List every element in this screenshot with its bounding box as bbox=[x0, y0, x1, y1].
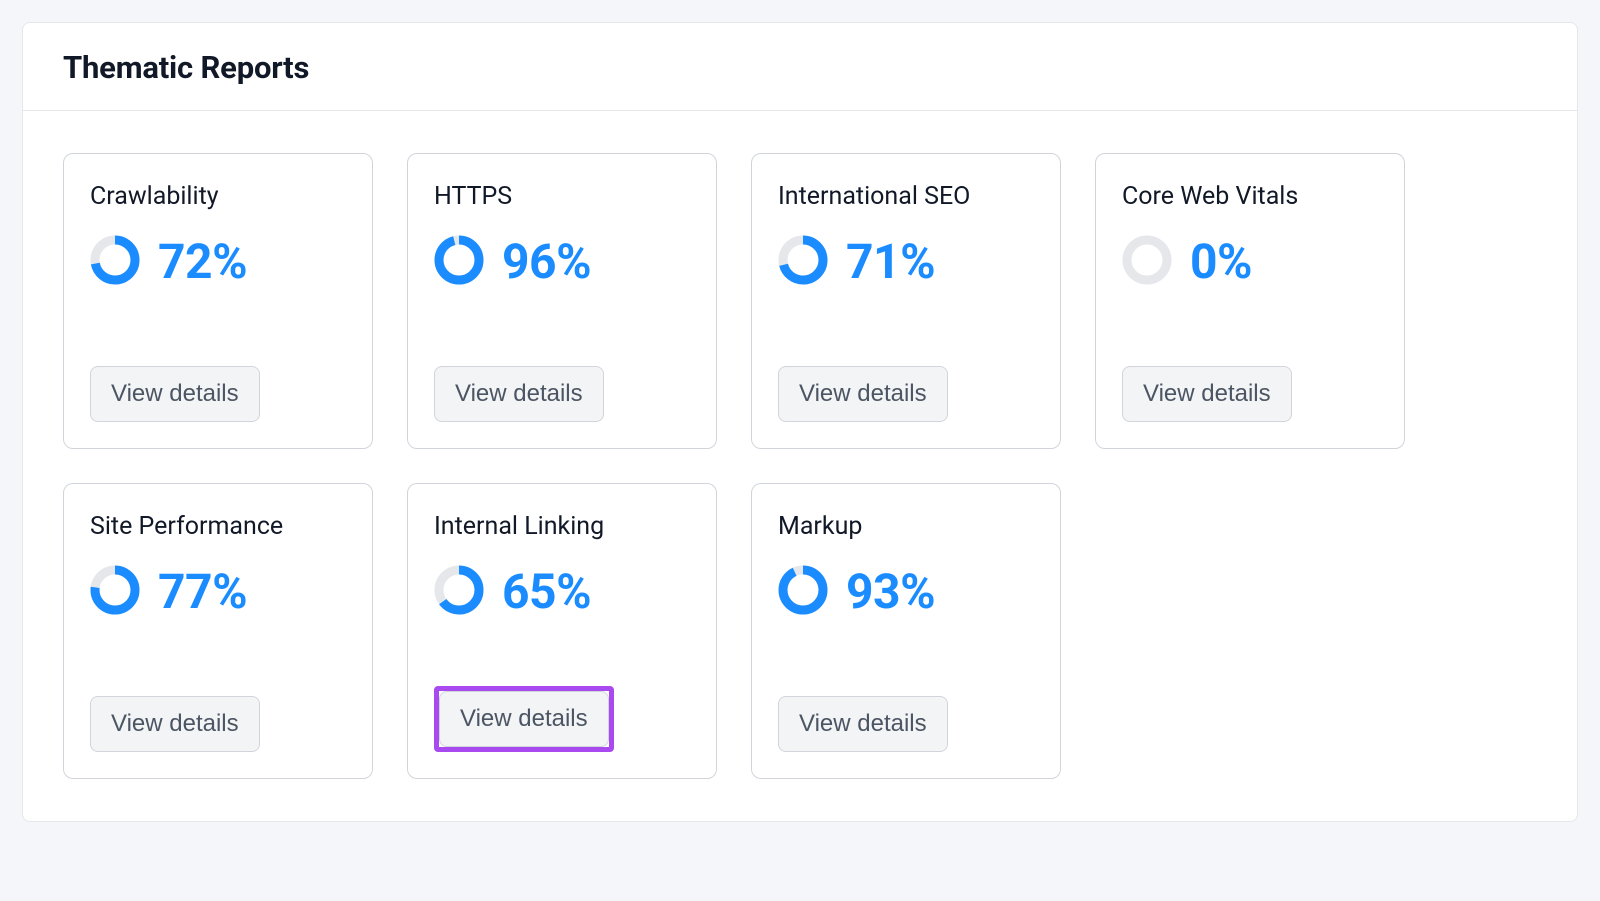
progress-ring-icon bbox=[778, 235, 828, 289]
report-title: Core Web Vitals bbox=[1122, 182, 1378, 211]
metric-value: 65% bbox=[502, 563, 591, 620]
report-card-site-performance: Site Performance 77% View details bbox=[63, 483, 373, 779]
reports-grid: Crawlability 72% View details HTTPS 96% Vie… bbox=[23, 111, 1577, 821]
metric-value: 93% bbox=[846, 563, 935, 620]
report-title: Crawlability bbox=[90, 182, 346, 211]
report-card-international-seo: International SEO 71% View details bbox=[751, 153, 1061, 449]
view-details-button[interactable]: View details bbox=[90, 696, 260, 752]
report-card-crawlability: Crawlability 72% View details bbox=[63, 153, 373, 449]
metric-value: 96% bbox=[502, 233, 591, 290]
report-card-core-web-vitals: Core Web Vitals 0% View details bbox=[1095, 153, 1405, 449]
panel-title: Thematic Reports bbox=[63, 49, 1537, 86]
progress-ring-icon bbox=[434, 565, 484, 619]
progress-ring-icon bbox=[90, 235, 140, 289]
progress-ring-icon bbox=[778, 565, 828, 619]
progress-ring-icon bbox=[434, 235, 484, 289]
view-details-button[interactable]: View details bbox=[778, 696, 948, 752]
metric-row: 93% bbox=[778, 563, 1034, 620]
report-title: Markup bbox=[778, 512, 1034, 541]
metric-value: 0% bbox=[1190, 233, 1252, 290]
report-title: Site Performance bbox=[90, 512, 346, 541]
report-title: Internal Linking bbox=[434, 512, 690, 541]
report-card-https: HTTPS 96% View details bbox=[407, 153, 717, 449]
panel-header: Thematic Reports bbox=[23, 23, 1577, 111]
highlight-frame: View details bbox=[434, 686, 614, 752]
metric-row: 72% bbox=[90, 233, 346, 290]
view-details-button[interactable]: View details bbox=[1122, 366, 1292, 422]
metric-value: 72% bbox=[158, 233, 247, 290]
thematic-reports-panel: Thematic Reports Crawlability 72% View de… bbox=[22, 22, 1578, 822]
metric-row: 65% bbox=[434, 563, 690, 620]
metric-row: 77% bbox=[90, 563, 346, 620]
view-details-button[interactable]: View details bbox=[778, 366, 948, 422]
metric-row: 0% bbox=[1122, 233, 1378, 290]
metric-value: 71% bbox=[846, 233, 935, 290]
metric-row: 96% bbox=[434, 233, 690, 290]
progress-ring-icon bbox=[1122, 235, 1172, 289]
report-title: International SEO bbox=[778, 182, 1034, 211]
view-details-button[interactable]: View details bbox=[90, 366, 260, 422]
progress-ring-icon bbox=[90, 565, 140, 619]
metric-row: 71% bbox=[778, 233, 1034, 290]
report-title: HTTPS bbox=[434, 182, 690, 211]
report-card-markup: Markup 93% View details bbox=[751, 483, 1061, 779]
metric-value: 77% bbox=[158, 563, 247, 620]
view-details-button[interactable]: View details bbox=[434, 366, 604, 422]
view-details-button[interactable]: View details bbox=[439, 691, 609, 747]
report-card-internal-linking: Internal Linking 65% View details bbox=[407, 483, 717, 779]
